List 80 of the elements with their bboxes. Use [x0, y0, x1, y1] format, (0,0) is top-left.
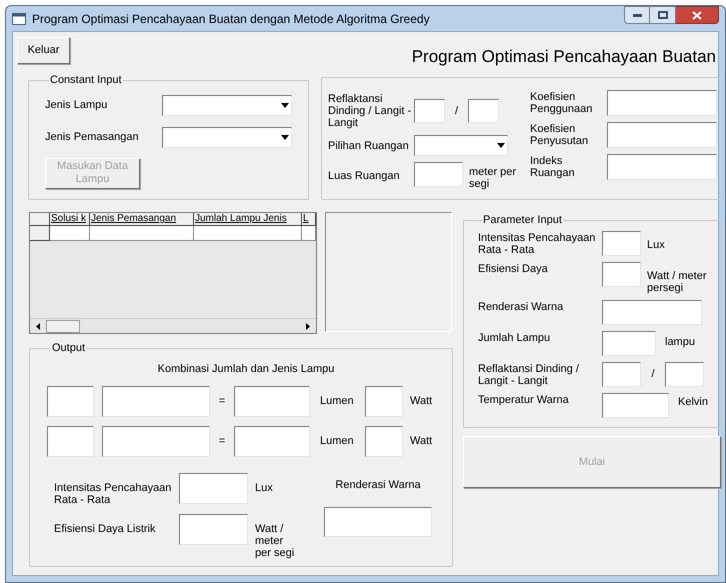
- close-icon: [692, 10, 702, 20]
- field-label: Jenis Lampu: [45, 99, 108, 111]
- caret-icon: [281, 134, 289, 140]
- text-field[interactable]: [602, 300, 702, 324]
- minimize-icon: [632, 14, 642, 16]
- separator: /: [454, 104, 460, 119]
- text-field[interactable]: [179, 473, 248, 504]
- text-field[interactable]: [102, 426, 210, 457]
- unit-label: Lux: [647, 238, 666, 252]
- field-label: Reflaktansi Dinding / Langit - Langit: [328, 93, 412, 129]
- text-field[interactable]: [102, 386, 210, 417]
- text-field[interactable]: [414, 162, 463, 187]
- unit-label: Watt / meter persegi: [647, 270, 708, 294]
- caret-icon: [281, 102, 289, 108]
- text-field[interactable]: [602, 362, 641, 386]
- text-field[interactable]: [324, 506, 432, 536]
- app-icon: [12, 12, 26, 24]
- maximize-button[interactable]: [650, 6, 676, 24]
- text-field[interactable]: [234, 386, 310, 417]
- text-field[interactable]: [665, 362, 704, 386]
- field-label: Renderasi Warna: [335, 478, 421, 493]
- app-heading: Program Optimasi Pencahayaan Buatan: [412, 46, 716, 68]
- scrollbar-thumb[interactable]: [46, 320, 80, 332]
- minimize-button[interactable]: [624, 6, 650, 24]
- separator: /: [650, 366, 656, 382]
- horizontal-scrollbar[interactable]: [30, 318, 316, 333]
- field-label: Renderasi Warna: [478, 300, 564, 312]
- field-label: Reflaktansi Dinding / Langit - Langit: [478, 362, 580, 386]
- unit-label: Watt: [409, 394, 432, 410]
- unit-label: Kelvin: [678, 394, 708, 410]
- equals-sign: =: [218, 394, 226, 410]
- text-field[interactable]: [47, 426, 94, 457]
- group-title: Constant Input: [49, 73, 123, 88]
- field-label: Efisiensi Daya: [478, 262, 549, 274]
- table-cell: [302, 226, 316, 241]
- group-title: Output: [51, 341, 86, 356]
- text-field[interactable]: [607, 154, 717, 180]
- unit-label: meter per segi: [469, 166, 518, 190]
- exit-button[interactable]: Keluar: [17, 37, 70, 64]
- field-label: Intensitas Pencahayaan Rata - Rata: [478, 232, 596, 256]
- unit-label: Lux: [255, 482, 274, 494]
- unit-label: Watt: [409, 434, 432, 450]
- table-cell: [50, 226, 90, 241]
- field-label: Temperatur Warna: [478, 394, 570, 406]
- text-field[interactable]: [602, 330, 656, 356]
- caret-icon: [497, 143, 505, 148]
- text-field[interactable]: [468, 99, 499, 123]
- maximize-icon: [658, 11, 668, 19]
- text-field[interactable]: [179, 514, 248, 545]
- field-label: Intensitas Pencahayaan Rata - Rata: [54, 482, 172, 506]
- text-field[interactable]: [602, 230, 641, 256]
- text-field[interactable]: [234, 426, 310, 457]
- field-label: Koefisien Penggunaan: [530, 91, 594, 115]
- text-field[interactable]: [365, 386, 403, 417]
- text-field[interactable]: [602, 392, 669, 418]
- equals-sign: =: [218, 434, 226, 450]
- field-label: Indeks Ruangan: [530, 155, 576, 179]
- group-title: Parameter Input: [482, 213, 563, 228]
- dropdown[interactable]: [414, 135, 508, 156]
- text-field[interactable]: [365, 426, 403, 457]
- field-label: Koefisien Penyusutan: [530, 123, 590, 147]
- dropdown[interactable]: [162, 126, 292, 148]
- window-title: Program Optimasi Pencahayaan Buatan dengan Metode Algoritma Greedy: [32, 10, 430, 28]
- text-field[interactable]: [47, 386, 94, 417]
- unit-label: Lumen: [319, 434, 355, 450]
- dropdown[interactable]: [162, 94, 292, 116]
- field-label: Jenis Pemasangan: [45, 131, 140, 143]
- field-label: Luas Ruangan: [328, 170, 401, 182]
- close-button[interactable]: [676, 6, 719, 24]
- unit-label: Lumen: [319, 394, 355, 410]
- field-label: Jumlah Lampu: [478, 332, 552, 344]
- text-field[interactable]: [607, 122, 717, 148]
- text-field[interactable]: [607, 90, 717, 116]
- text-field[interactable]: [414, 99, 445, 123]
- output-subtitle: Kombinasi Jumlah dan Jenis Lampu: [156, 362, 336, 376]
- text-field[interactable]: [602, 262, 641, 286]
- unit-label: lampu: [665, 334, 695, 350]
- unit-label: Watt / meter per segi: [255, 523, 295, 559]
- field-label: Efisiensi Daya Listrik: [54, 523, 156, 535]
- field-label: Pilihan Ruangan: [328, 140, 410, 152]
